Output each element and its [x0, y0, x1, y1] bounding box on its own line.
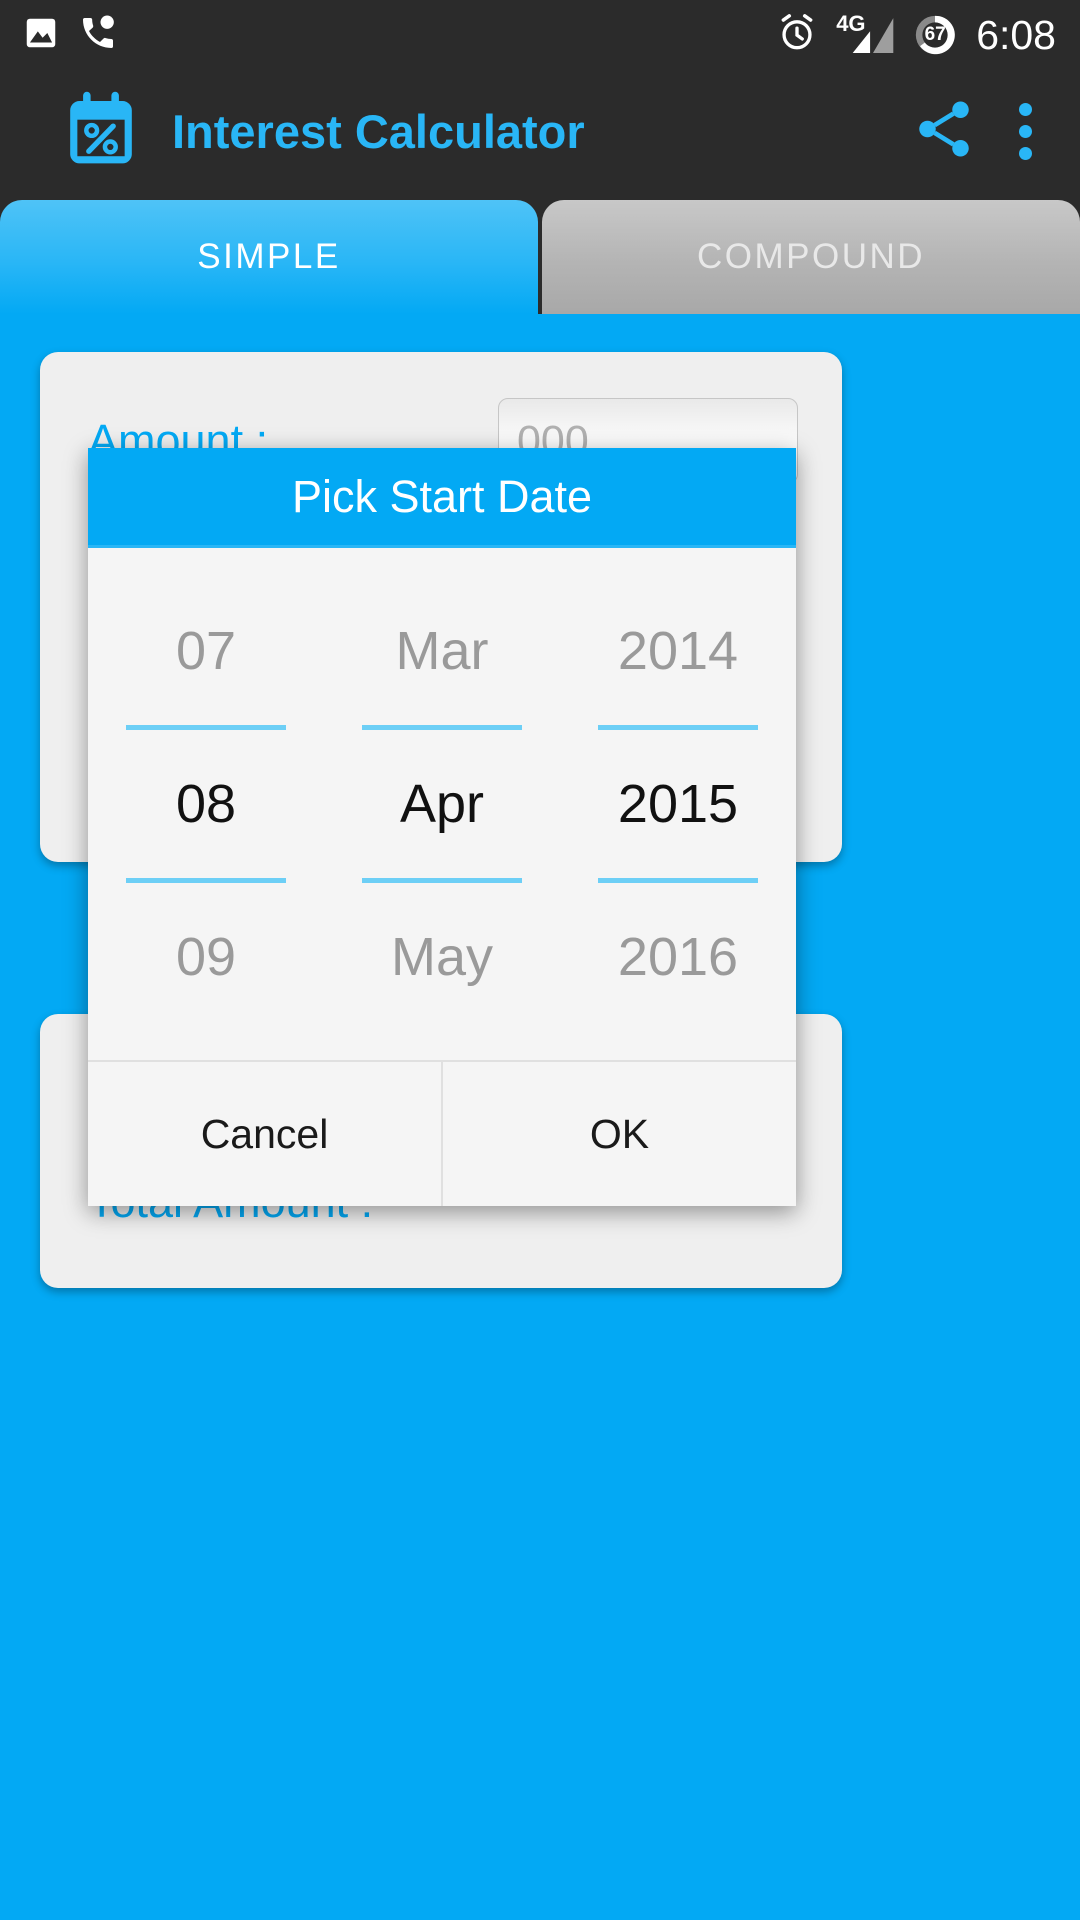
tab-compound[interactable]: COMPOUND [542, 200, 1080, 314]
tab-bar: SIMPLE COMPOUND [0, 192, 1080, 314]
ok-button[interactable]: OK [441, 1062, 796, 1206]
overflow-dot [1019, 124, 1032, 138]
status-bar-clock: 6:08 [976, 11, 1056, 58]
overflow-dot [1019, 146, 1032, 160]
month-option-above[interactable]: Mar [324, 577, 560, 725]
dialog-title: Pick Start Date [291, 470, 593, 522]
date-picker[interactable]: 07 08 09 Mar Apr May 2014 2015 2016 [88, 548, 796, 1060]
month-option-below[interactable]: May [324, 883, 560, 1031]
app-bar-actions [911, 96, 1080, 167]
alarm-icon [776, 12, 818, 59]
cancel-button[interactable]: Cancel [88, 1062, 441, 1206]
day-option-above[interactable]: 07 [88, 577, 324, 725]
day-option-below[interactable]: 09 [88, 883, 324, 1031]
status-bar-system-icons: 4G 67 6:08 [776, 11, 1080, 59]
app-screen: 4G 67 6:08 Interest Calculator SIMPLE CO… [0, 0, 1080, 1920]
missed-call-icon [78, 13, 118, 58]
year-option-above[interactable]: 2014 [560, 577, 796, 725]
year-picker-column[interactable]: 2014 2015 2016 [560, 548, 796, 1060]
overflow-menu-icon[interactable] [1019, 102, 1032, 160]
pick-start-date-dialog: Pick Start Date 07 08 09 Mar Apr May 201… [88, 448, 796, 1206]
tab-simple-label: SIMPLE [197, 237, 341, 276]
day-option-selected[interactable]: 08 [88, 730, 324, 878]
day-picker-column[interactable]: 07 08 09 [88, 548, 324, 1060]
signal-icon: 4G [836, 11, 894, 57]
battery-icon: 67 [912, 12, 958, 58]
status-bar: 4G 67 6:08 [0, 0, 1080, 70]
overflow-dot [1019, 102, 1032, 116]
year-option-selected[interactable]: 2015 [560, 730, 796, 878]
battery-level-label: 67 [924, 24, 946, 45]
tab-compound-label: COMPOUND [696, 237, 926, 276]
status-bar-notifications [0, 13, 118, 58]
app-bar: Interest Calculator [0, 70, 1080, 192]
image-icon [22, 14, 60, 57]
tab-simple[interactable]: SIMPLE [0, 200, 538, 314]
dialog-title-bar: Pick Start Date [88, 448, 796, 548]
app-title: Interest Calculator [172, 104, 585, 158]
share-icon[interactable] [911, 96, 977, 167]
month-picker-column[interactable]: Mar Apr May [324, 548, 560, 1060]
month-option-selected[interactable]: Apr [324, 730, 560, 878]
year-option-below[interactable]: 2016 [560, 883, 796, 1031]
calendar-percent-icon [58, 86, 144, 177]
dialog-action-bar: Cancel OK [88, 1060, 796, 1206]
